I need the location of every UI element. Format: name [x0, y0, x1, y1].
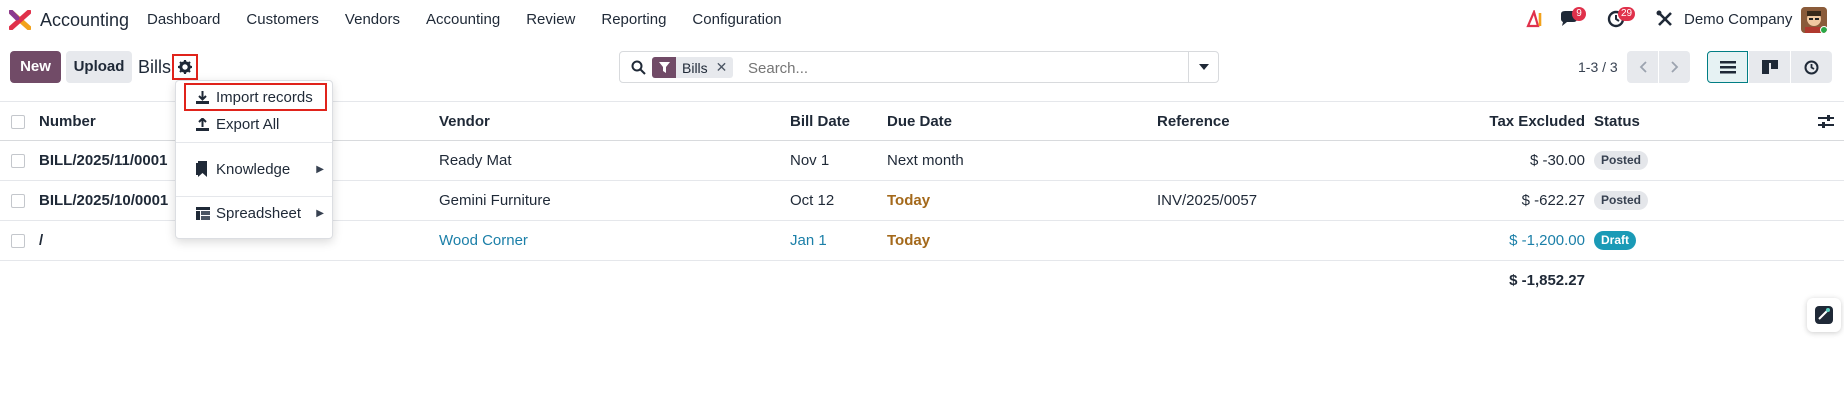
search-input[interactable]: [748, 58, 1148, 78]
vendor-name: Ready Mat: [439, 152, 512, 169]
column-header-tax-excluded[interactable]: Tax Excluded: [1489, 113, 1585, 130]
menu-item-vendors[interactable]: Vendors: [345, 11, 400, 28]
pager-value[interactable]: 1-3 / 3: [1578, 59, 1618, 75]
select-all-checkbox[interactable]: [11, 115, 25, 129]
search-facet-label: Bills: [682, 59, 708, 76]
online-status-dot: [1820, 26, 1827, 33]
activities-badge: 29: [1618, 7, 1636, 21]
optional-columns-icon[interactable]: [1818, 115, 1834, 129]
assistant-icon: [1815, 306, 1833, 324]
pager-next-button[interactable]: [1659, 51, 1690, 83]
tax-excluded-amount: $ -622.27: [1521, 192, 1585, 209]
filter-icon: [652, 57, 676, 78]
bill-number: BILL/2025/10/0001: [39, 192, 169, 209]
main-menu: Dashboard Customers Vendors Accounting R…: [147, 11, 808, 28]
company-switcher[interactable]: Demo Company: [1684, 11, 1792, 28]
messages-badge: 9: [1572, 7, 1586, 21]
menu-item-knowledge[interactable]: Knowledge ▶: [176, 156, 332, 182]
kanban-view-button[interactable]: [1749, 51, 1790, 83]
page-title: Bills: [138, 57, 172, 77]
menu-item-dashboard[interactable]: Dashboard: [147, 11, 220, 28]
chevron-left-icon: [1639, 61, 1647, 73]
submenu-arrow-icon: ▶: [316, 207, 324, 219]
due-date: Next month: [887, 152, 964, 169]
row-checkbox[interactable]: [11, 154, 25, 168]
list-icon: [1719, 60, 1736, 73]
app-name[interactable]: Accounting: [40, 10, 129, 31]
column-header-status[interactable]: Status: [1594, 113, 1640, 130]
menu-item-review[interactable]: Review: [526, 11, 575, 28]
column-header-vendor[interactable]: Vendor: [439, 113, 490, 130]
pager-previous-button[interactable]: [1627, 51, 1658, 83]
due-date: Today: [887, 192, 931, 209]
ai-icon[interactable]: [1526, 10, 1546, 28]
bill-date: Oct 12: [790, 192, 835, 209]
bill-date: Jan 1: [790, 232, 827, 249]
vendor-name: Wood Corner: [439, 232, 528, 249]
caret-down-icon: [1198, 64, 1209, 70]
actions-dropdown: Import records Export All Knowledge ▶ Sp…: [175, 80, 333, 239]
gear-icon: [178, 60, 192, 74]
tax-excluded-amount: $ -1,200.00: [1509, 232, 1585, 249]
bill-date: Nov 1: [790, 152, 830, 169]
status-badge: Posted: [1594, 151, 1649, 170]
messages-button[interactable]: 9: [1559, 7, 1586, 32]
ai-assistant-button[interactable]: [1807, 298, 1841, 332]
activities-button[interactable]: 29: [1607, 7, 1636, 32]
due-date: Today: [887, 232, 931, 249]
menu-item-customers[interactable]: Customers: [246, 11, 319, 28]
new-button[interactable]: New: [10, 51, 61, 83]
menu-item-configuration[interactable]: Configuration: [692, 11, 781, 28]
menu-item-export-all[interactable]: Export All: [176, 111, 332, 137]
menu-item-spreadsheet[interactable]: Spreadsheet ▶: [176, 200, 332, 226]
upload-icon: [196, 117, 209, 131]
reference: INV/2025/0057: [1157, 192, 1258, 209]
remove-facet-icon[interactable]: ✕: [716, 59, 734, 76]
tools-icon[interactable]: [1656, 10, 1674, 28]
search-options-toggle[interactable]: [1188, 52, 1218, 82]
chevron-right-icon: [1670, 61, 1678, 73]
avatar[interactable]: [1801, 7, 1827, 33]
activity-view-button[interactable]: [1791, 51, 1832, 83]
search-facet: Bills ✕: [652, 57, 734, 78]
menu-item-accounting[interactable]: Accounting: [426, 11, 500, 28]
actions-gear-button[interactable]: [172, 54, 198, 80]
upload-button[interactable]: Upload: [66, 51, 132, 83]
download-icon: [196, 90, 209, 104]
total-tax-excluded: $ -1,852.27: [1509, 272, 1585, 289]
menu-item-label: Spreadsheet: [216, 204, 302, 222]
vendor-name: Gemini Furniture: [439, 192, 551, 209]
menu-item-reporting[interactable]: Reporting: [601, 11, 666, 28]
menu-divider: [176, 196, 332, 197]
menu-item-label: Knowledge: [216, 160, 291, 178]
app-logo-icon[interactable]: [9, 10, 31, 30]
menu-item-label: Export All: [216, 115, 280, 133]
row-checkbox[interactable]: [11, 194, 25, 208]
bill-number: /: [39, 232, 44, 249]
list-view-button[interactable]: [1707, 51, 1748, 83]
menu-item-import-records[interactable]: Import records: [176, 84, 332, 110]
column-header-bill-date[interactable]: Bill Date: [790, 113, 850, 130]
top-navbar: Accounting Dashboard Customers Vendors A…: [0, 0, 1844, 40]
status-badge: Posted: [1594, 191, 1649, 210]
search-icon[interactable]: [631, 60, 646, 75]
kanban-icon: [1761, 60, 1778, 74]
column-header-due-date[interactable]: Due Date: [887, 113, 952, 130]
column-header-reference[interactable]: Reference: [1157, 113, 1230, 130]
search-bar: Bills ✕: [619, 51, 1219, 83]
row-checkbox[interactable]: [11, 234, 25, 248]
submenu-arrow-icon: ▶: [316, 163, 324, 175]
bookmark-icon: [196, 161, 207, 177]
bill-number: BILL/2025/11/0001: [39, 152, 168, 169]
menu-divider: [176, 142, 332, 143]
tax-excluded-amount: $ -30.00: [1529, 152, 1585, 169]
status-badge: Draft: [1594, 231, 1637, 250]
menu-item-label: Import records: [216, 88, 313, 106]
clock-icon: [1804, 60, 1819, 74]
column-header-number[interactable]: Number: [39, 113, 96, 130]
spreadsheet-icon: [196, 206, 210, 220]
